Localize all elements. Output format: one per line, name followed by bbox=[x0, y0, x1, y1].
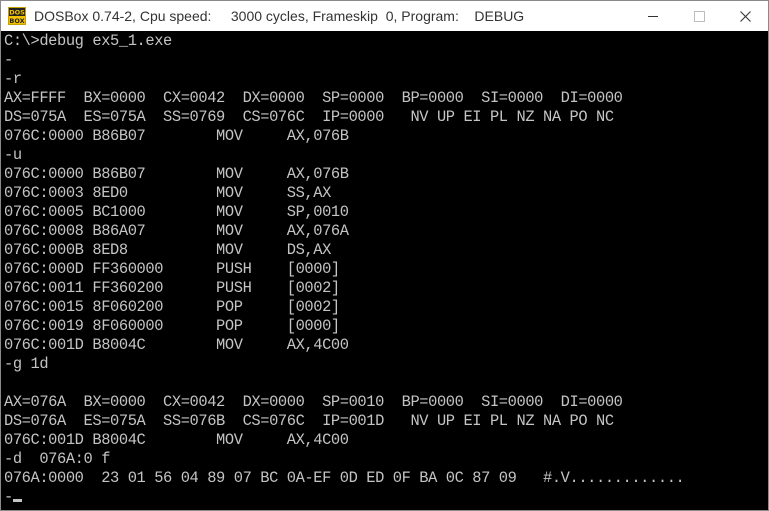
console-line: AX=FFFF BX=0000 CX=0042 DX=0000 SP=0000 … bbox=[4, 89, 623, 107]
console-line: 076C:001D B8004C MOV AX,4C00 bbox=[4, 336, 349, 354]
console-line: 076C:0003 8ED0 MOV SS,AX bbox=[4, 184, 331, 202]
icon-label-top: DOS bbox=[9, 9, 25, 17]
console-line: 076C:0015 8F060200 POP [0002] bbox=[4, 298, 340, 316]
title-bar[interactable]: DOS BOX DOSBox 0.74-2, Cpu speed: 3000 c… bbox=[1, 1, 768, 31]
console-line: C:\>debug ex5_1.exe bbox=[4, 32, 172, 50]
dosbox-icon: DOS BOX bbox=[8, 7, 26, 25]
console-line: 076C:0008 B86A07 MOV AX,076A bbox=[4, 222, 349, 240]
console-line: DS=075A ES=075A SS=0769 CS=076C IP=0000 … bbox=[4, 108, 614, 126]
console-line: 076C:0005 BC1000 MOV SP,0010 bbox=[4, 203, 349, 221]
console-line: AX=076A BX=0000 CX=0042 DX=0000 SP=0010 … bbox=[4, 393, 623, 411]
console-line: 076C:001D B8004C MOV AX,4C00 bbox=[4, 431, 349, 449]
console-line: 076C:0019 8F060000 POP [0000] bbox=[4, 317, 340, 335]
console-line: - bbox=[4, 51, 13, 69]
maximize-button[interactable] bbox=[676, 1, 722, 31]
console-line: 076C:0011 FF360200 PUSH [0002] bbox=[4, 279, 340, 297]
console-line: 076C:000B 8ED8 MOV DS,AX bbox=[4, 241, 331, 259]
minimize-button[interactable] bbox=[630, 1, 676, 31]
icon-label-bottom: BOX bbox=[9, 17, 24, 25]
dosbox-window: DOS BOX DOSBox 0.74-2, Cpu speed: 3000 c… bbox=[0, 0, 769, 511]
console-line: -r bbox=[4, 70, 22, 88]
console-line: 076C:000D FF360000 PUSH [0000] bbox=[4, 260, 340, 278]
console-line: 076C:0000 B86B07 MOV AX,076B bbox=[4, 127, 349, 145]
maximize-icon bbox=[693, 10, 705, 22]
console-line: 076A:0000 23 01 56 04 89 07 BC 0A-EF 0D … bbox=[4, 469, 685, 487]
window-title: DOSBox 0.74-2, Cpu speed: 3000 cycles, F… bbox=[34, 8, 525, 24]
console-line: - bbox=[4, 488, 768, 507]
console-line: -d 076A:0 f bbox=[4, 450, 111, 468]
console-line: -u bbox=[4, 146, 22, 164]
window-controls bbox=[630, 1, 768, 31]
close-button[interactable] bbox=[722, 1, 768, 31]
text-cursor bbox=[12, 499, 22, 502]
console-line: DS=076A ES=075A SS=076B CS=076C IP=001D … bbox=[4, 412, 614, 430]
dos-console[interactable]: C:\>debug ex5_1.exe - -r AX=FFFF BX=0000 CX… bbox=[1, 32, 768, 510]
minimize-icon bbox=[648, 16, 658, 17]
console-line: -g 1d bbox=[4, 355, 49, 373]
console-line: 076C:0000 B86B07 MOV AX,076B bbox=[4, 165, 349, 183]
close-icon bbox=[739, 10, 751, 22]
